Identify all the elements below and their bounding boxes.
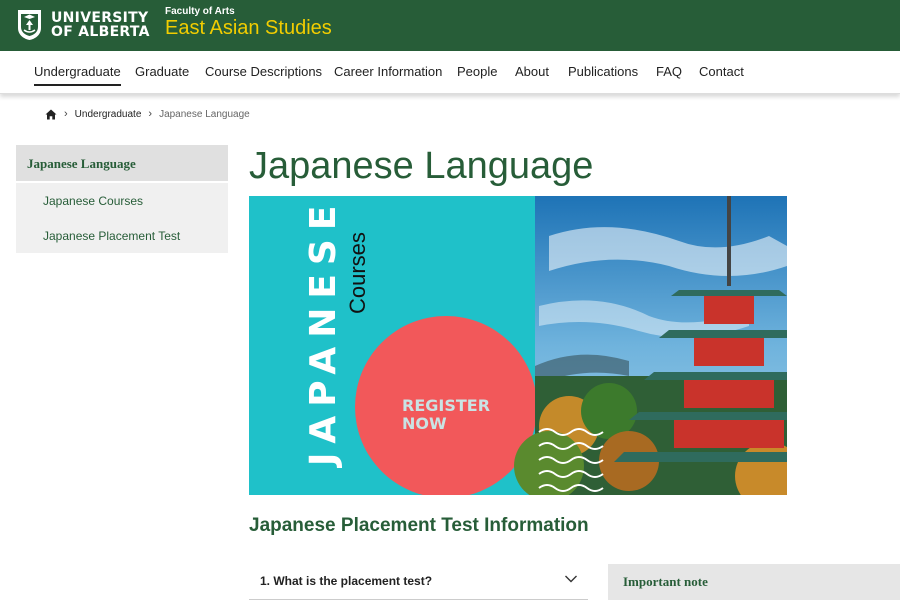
chevron-down-icon[interactable] [564, 574, 578, 584]
course-banner-image: JAPANESE Courses REGISTER NOW [249, 196, 787, 495]
nav-contact[interactable]: Contact [699, 64, 744, 79]
nav-course-descriptions[interactable]: Course Descriptions [205, 64, 322, 79]
banner-cta-line-2: NOW [402, 414, 447, 433]
nav-career-information[interactable]: Career Information [334, 64, 442, 79]
nav-publications[interactable]: Publications [568, 64, 638, 79]
breadcrumb-undergraduate[interactable]: Undergraduate [75, 109, 142, 120]
accordion-item[interactable]: 1. What is the placement test? [249, 564, 588, 600]
breadcrumb: › Undergraduate › Japanese Language [45, 108, 250, 120]
banner-word-sub: Courses [345, 232, 370, 314]
chevron-right-icon: › [148, 108, 153, 120]
sidebar-item-japanese-courses[interactable]: Japanese Courses [43, 194, 143, 208]
sidebar-heading[interactable]: Japanese Language [16, 145, 228, 181]
home-icon[interactable] [45, 109, 57, 120]
banner-cta-line-1: REGISTER [402, 396, 490, 415]
chevron-right-icon: › [64, 108, 68, 120]
logo-wordmark: UNIVERSITY OF ALBERTA [51, 11, 150, 39]
section-title: Japanese Placement Test Information [249, 515, 589, 536]
sidebar-item-japanese-placement-test[interactable]: Japanese Placement Test [43, 229, 180, 243]
department-name[interactable]: East Asian Studies [165, 17, 332, 40]
important-note-heading: Important note [608, 564, 900, 600]
nav-graduate[interactable]: Graduate [135, 64, 189, 79]
university-logo[interactable]: UNIVERSITY OF ALBERTA [16, 8, 150, 41]
nav-about[interactable]: About [515, 64, 549, 79]
sidebar-menu: Japanese Courses Japanese Placement Test [16, 183, 228, 253]
logo-line-2: OF ALBERTA [51, 23, 150, 40]
main-nav: Undergraduate Graduate Course Descriptio… [0, 51, 900, 94]
accordion-item-label: 1. What is the placement test? [260, 574, 433, 588]
nav-people[interactable]: People [457, 64, 497, 79]
nav-faq[interactable]: FAQ [656, 64, 682, 79]
nav-undergraduate[interactable]: Undergraduate [34, 64, 121, 86]
banner-graphic: JAPANESE Courses REGISTER NOW [249, 196, 787, 495]
crest-icon [18, 10, 41, 40]
site-header: UNIVERSITY OF ALBERTA Faculty of Arts Ea… [0, 0, 900, 51]
page-title: Japanese Language [249, 145, 594, 187]
faculty-name[interactable]: Faculty of Arts [165, 6, 235, 17]
banner-word-main: JAPANESE [303, 197, 344, 469]
breadcrumb-current: Japanese Language [159, 108, 250, 120]
logo-line-1: UNIVERSITY [51, 9, 149, 26]
